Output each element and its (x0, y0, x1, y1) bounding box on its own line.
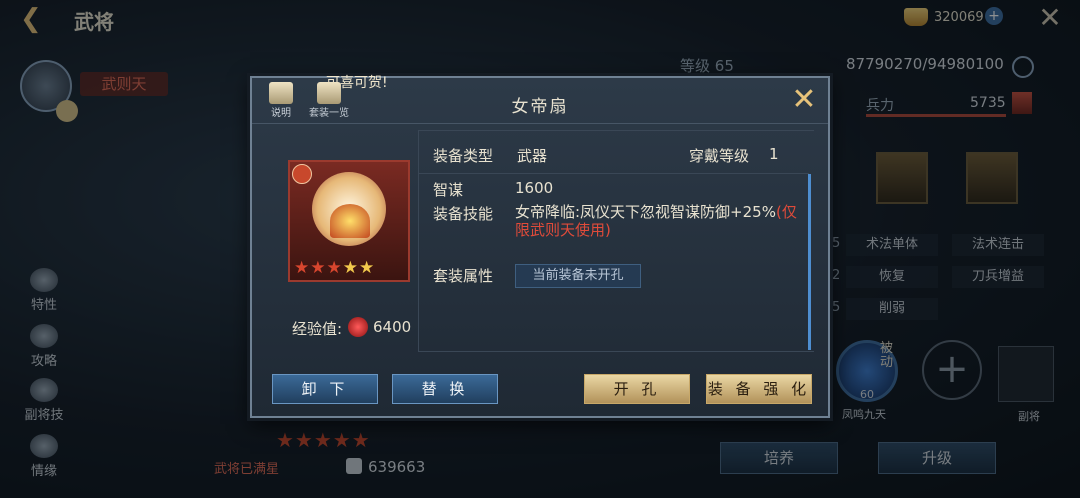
enhance-equipment-button[interactable]: 装 备 强 化 (706, 374, 812, 404)
wear-level-label: 穿戴等级 (689, 147, 750, 165)
socket-button[interactable]: 开 孔 (584, 374, 690, 404)
equipment-modal: 可喜可贺! 说明 套装一览 女帝扇 ✕ ★★★★★ 经验值: 6400 装备类型… (250, 75, 830, 418)
star-icon: ★ (342, 258, 359, 278)
exp-label: 经验值: (292, 320, 343, 338)
row-divider (419, 173, 809, 174)
modal-title: 女帝扇 (511, 97, 569, 117)
set-status: 当前装备未开孔 (515, 264, 641, 288)
weapon-type-badge-icon (292, 164, 312, 184)
skill-text: 女帝降临:凤仪天下忽视智谋防御+25% (515, 203, 776, 221)
close-icon[interactable]: ✕ (788, 84, 820, 116)
star-icon: ★ (326, 258, 343, 278)
info-scrollbar[interactable] (808, 174, 811, 350)
exp-gem-icon (348, 317, 368, 337)
modal-header: 可喜可贺! 说明 套装一览 女帝扇 ✕ (252, 75, 828, 124)
exp-value: 6400 (373, 318, 412, 336)
equipment-item-icon: ★★★★★ (288, 160, 410, 282)
equipment-info-panel: 装备类型 武器 穿戴等级 1 智谋 1600 装备技能 女帝降临:凤仪天下忽视智… (418, 130, 814, 352)
wear-level-value: 1 (769, 145, 779, 163)
star-icon: ★ (359, 258, 376, 278)
equip-type-label: 装备类型 (433, 147, 494, 165)
star-icon: ★ (294, 258, 311, 278)
replace-button[interactable]: 替 换 (392, 374, 498, 404)
skill-description: 女帝降临:凤仪天下忽视智谋防御+25%(仅限武则天使用) (515, 203, 799, 239)
star-icon: ★ (310, 258, 327, 278)
scroll-thumb[interactable] (808, 174, 811, 350)
stat-label: 智谋 (433, 181, 464, 199)
stat-value: 1600 (515, 179, 554, 197)
unequip-button[interactable]: 卸 下 (272, 374, 378, 404)
skill-label: 装备技能 (433, 205, 494, 223)
equip-type-value: 武器 (517, 147, 548, 165)
item-stars: ★★★★★ (294, 258, 375, 278)
set-label: 套装属性 (433, 267, 494, 285)
fan-icon (330, 204, 370, 238)
